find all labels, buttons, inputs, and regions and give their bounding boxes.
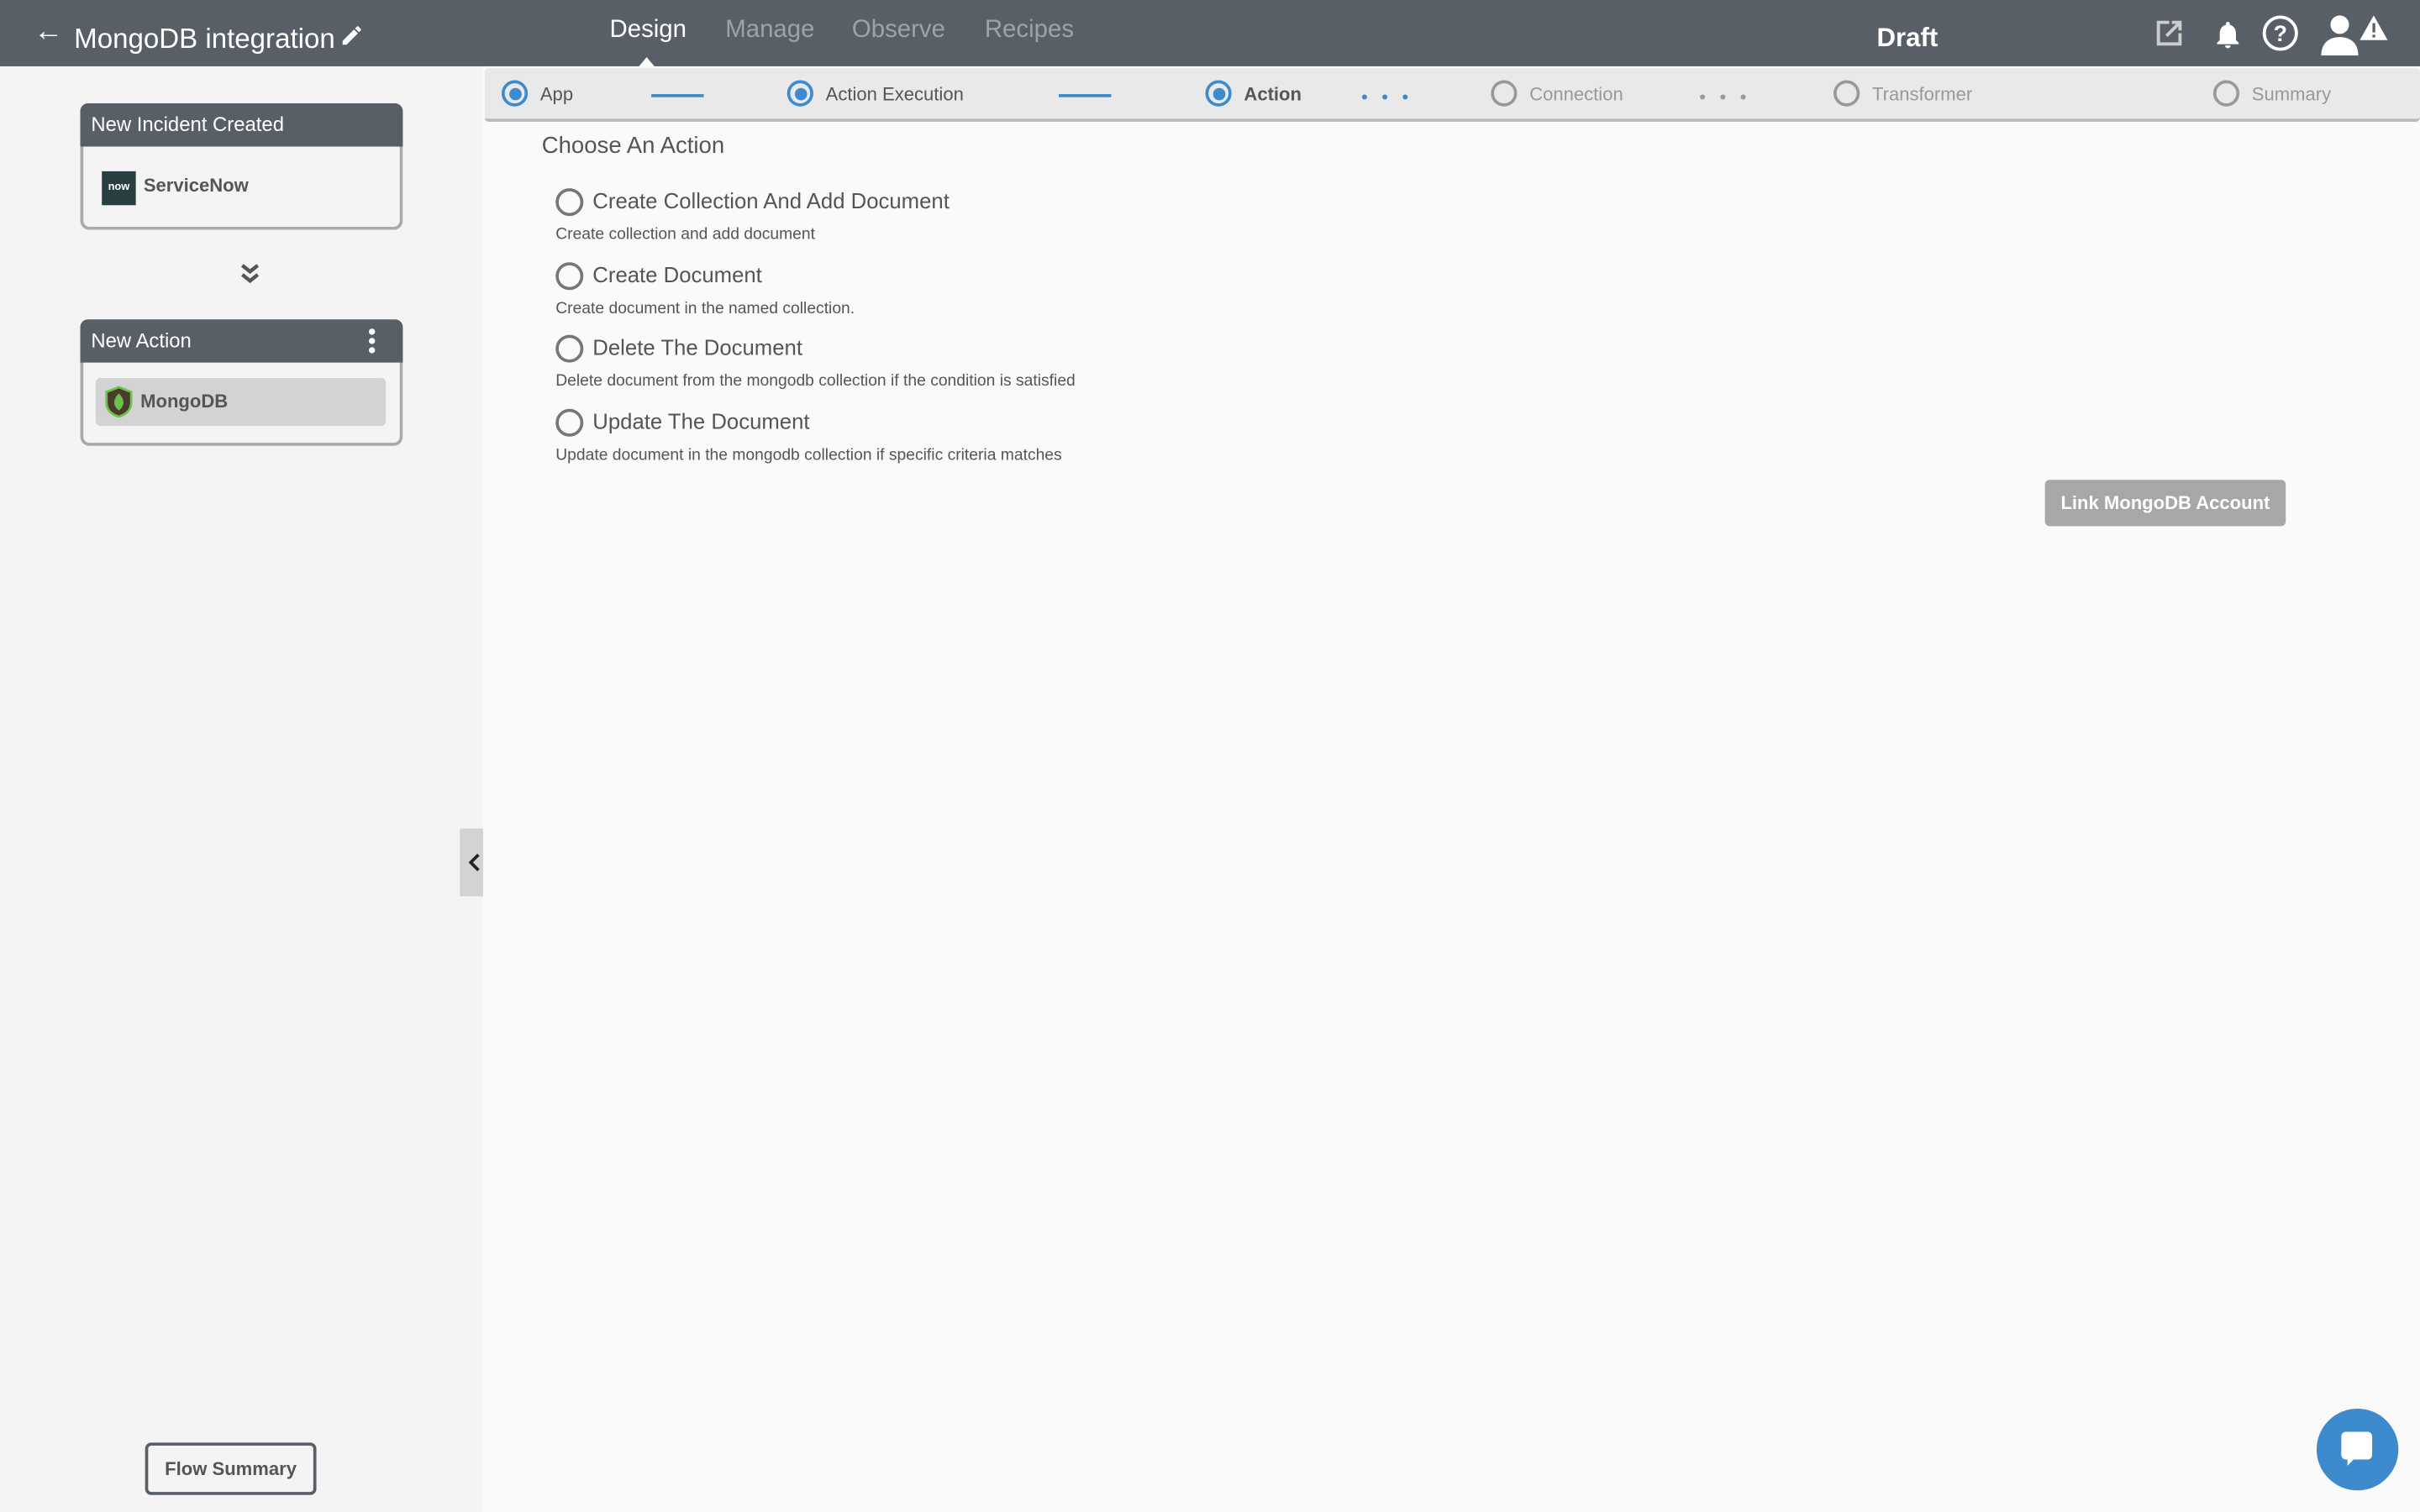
step-label: Transformer [1871,82,1973,104]
chat-support-button[interactable] [2316,1408,2399,1491]
action-app-name: MongoDB [140,390,229,412]
step-label: Action Execution [825,82,964,104]
trigger-card[interactable]: New Incident Created now ServiceNow [80,103,403,230]
tab-recipes[interactable]: Recipes [985,17,1074,45]
tab-observe[interactable]: Observe [852,17,945,45]
step-summary[interactable]: Summary [2212,80,2332,107]
option-description: Create document in the named collection. [555,299,855,318]
bell-icon[interactable] [2212,17,2244,52]
servicenow-logo: now [102,171,136,206]
step-connector [1059,94,1112,97]
active-tab-indicator [639,56,655,66]
action-card-title: New Action [91,328,192,352]
option-description: Create collection and add document [555,225,815,244]
option-label: Delete The Document [592,334,802,360]
step-radio [1205,80,1232,107]
step-transformer[interactable]: Transformer [1833,80,1973,107]
flow-summary-button[interactable]: Flow Summary [145,1442,317,1495]
radio-button[interactable] [555,262,584,291]
step-radio [786,80,813,107]
user-warning-icon[interactable] [2318,13,2392,56]
step-connection[interactable]: Connection [1491,80,1623,107]
tab-manage[interactable]: Manage [725,17,814,45]
link-mongodb-account-button[interactable]: Link MongoDB Account [2044,480,2286,527]
step-action[interactable]: Action [1205,80,1302,107]
help-icon[interactable]: ? [2261,14,2300,53]
flow-sidebar: New Incident Created now ServiceNow New … [0,66,483,1512]
radio-button[interactable] [555,334,584,363]
step-connector [651,94,704,97]
action-card[interactable]: New Action MongoDB [80,319,403,446]
back-arrow-icon[interactable]: ← [34,15,63,49]
step-radio [1491,80,1518,107]
trigger-card-title: New Incident Created [80,103,403,147]
step-label: Summary [2251,82,2332,104]
more-vert-icon[interactable] [368,328,376,354]
status-badge: Draft [1876,23,1939,53]
trigger-app-name: ServiceNow [143,174,249,197]
radio-button[interactable] [555,408,584,437]
double-chevron-down-icon [240,264,260,284]
step-radio [1833,80,1860,107]
radio-button[interactable] [555,188,584,217]
option-description: Delete document from the mongodb collect… [555,371,1076,391]
mongodb-logo [105,386,133,418]
step-action-execution[interactable]: Action Execution [786,80,964,107]
step-label: Action [1244,82,1302,104]
top-bar: ← MongoDB integration Design Manage Obse… [0,0,2420,66]
main-panel: App Action Execution Action ••• Connecti… [482,66,2420,1512]
step-radio [2212,80,2240,107]
option-label: Create Document [592,262,762,287]
chat-icon [2341,1431,2373,1466]
option-description: Update document in the mongodb collectio… [555,445,1062,465]
action-app-item[interactable]: MongoDB [95,378,387,426]
option-label: Update The Document [592,408,810,434]
step-connector-dotted: ••• [1361,86,1423,108]
step-radio [501,80,529,107]
step-connector-dotted: ••• [1699,86,1760,108]
option-label: Create Collection And Add Document [592,188,950,213]
tab-design[interactable]: Design [610,17,687,45]
step-label: App [539,82,574,104]
step-label: Connection [1529,82,1623,104]
svg-text:?: ? [2274,21,2287,46]
external-link-icon[interactable] [2153,17,2186,50]
flow-title: MongoDB integration [74,23,335,55]
page-title: Choose An Action [541,132,725,160]
chevron-left-icon [468,853,480,872]
pencil-icon[interactable] [339,24,364,48]
action-card-header: New Action [80,319,403,363]
step-app[interactable]: App [501,80,574,107]
stepper: App Action Execution Action ••• Connecti… [484,67,2420,123]
